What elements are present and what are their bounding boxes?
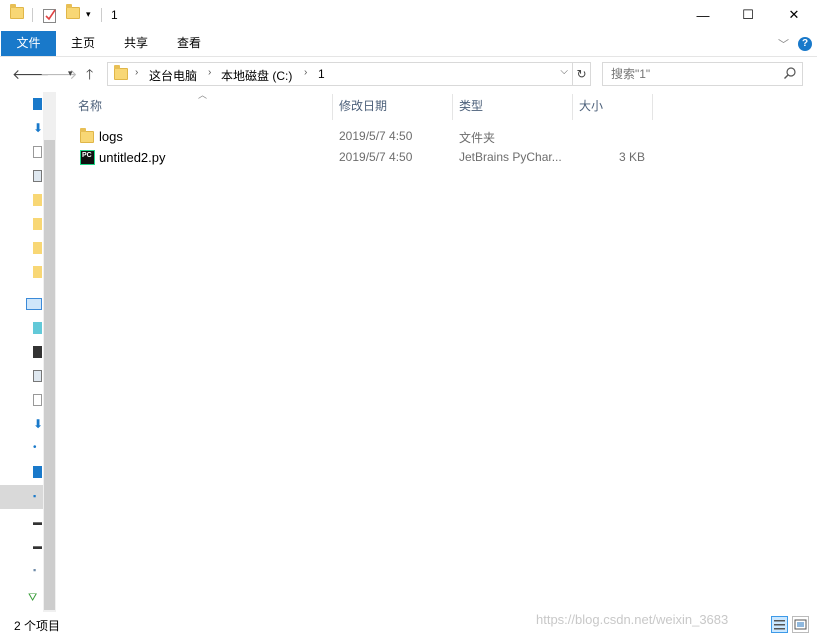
folder-icon[interactable] [33,266,42,278]
drive-icon[interactable]: ▬ [33,540,42,552]
properties-icon[interactable] [43,7,57,23]
document-icon[interactable] [33,146,42,158]
refresh-icon[interactable]: ↻ [573,62,591,86]
column-divider[interactable] [332,94,333,120]
folder-icon [10,4,24,23]
close-button[interactable]: ✕ [771,0,817,30]
breadcrumb-folder[interactable]: 1 [318,67,325,81]
folder-icon [80,128,94,146]
download-icon[interactable]: ⬇ [33,418,43,430]
customize-toolbar-icon[interactable]: ▾ [86,9,91,25]
folder-icon [114,65,128,83]
download-icon[interactable]: ⬇ [33,122,43,134]
column-header-name[interactable]: 名称 [78,94,102,118]
ribbon-tabs: 文件 主页 共享 查看 [0,30,817,57]
picture-icon[interactable] [33,170,42,182]
drive-icon[interactable]: ▪ [33,564,42,576]
expand-ribbon-icon[interactable]: ﹀ [778,36,789,52]
title-bar: ▾ 1 — ☐ ✕ [0,0,817,30]
network-icon[interactable]: ⛛ [28,592,37,604]
drive-icon[interactable]: ▪ [33,490,42,502]
column-divider[interactable] [652,94,653,120]
folder-icon[interactable] [33,218,42,230]
chevron-right-icon[interactable]: › [304,67,307,78]
drive-icon[interactable]: ▬ [33,516,42,528]
chevron-right-icon[interactable]: › [135,67,138,78]
tab-share[interactable]: 共享 [112,31,160,56]
help-icon[interactable]: ? [798,37,812,51]
navigation-pane: ⬇ ⬇ • ▪ ▬ ▬ ▪ ⛛ [0,92,56,612]
watermark: https://blog.csdn.net/weixin_3683 [536,612,729,627]
file-type: JetBrains PyChar... [459,150,562,164]
file-row[interactable]: PC untitled2.py 2019/5/7 4:50 JetBrains … [75,147,653,168]
column-divider[interactable] [572,94,573,120]
recent-locations-icon[interactable]: ▾ [68,68,73,79]
file-name: logs [99,129,123,144]
new-folder-icon[interactable] [66,4,80,23]
file-size: 3 KB [618,150,645,164]
this-pc-icon[interactable] [26,298,42,310]
nav-scrollbar-thumb[interactable] [44,140,55,610]
column-header-type[interactable]: 类型 [459,94,483,118]
column-header-date[interactable]: 修改日期 [339,94,387,118]
chevron-right-icon[interactable]: › [208,67,211,78]
column-header-size[interactable]: 大小 [579,94,603,118]
file-type: 文件夹 [459,131,496,145]
chevron-down-icon[interactable]: ⌵ [560,66,568,77]
item-count: 2 个项目 [14,619,61,633]
column-divider[interactable] [452,94,453,120]
folder-icon[interactable] [33,242,42,254]
video-icon[interactable] [33,346,42,358]
music-icon[interactable]: • [33,442,42,454]
maximize-button[interactable]: ☐ [725,0,771,30]
breadcrumb-local-disk[interactable]: 本地磁盘 (C:) [221,67,292,84]
breadcrumb-this-pc[interactable]: 这台电脑 [149,67,197,84]
document-icon[interactable] [33,394,42,406]
tab-home[interactable]: 主页 [59,31,107,56]
address-bar[interactable]: › 这台电脑 › 本地磁盘 (C:) › 1 ⌵ [107,62,573,86]
divider [32,8,33,22]
divider [101,8,102,22]
sort-ascending-icon: ︿ [198,90,208,100]
file-name: untitled2.py [99,150,166,165]
pycharm-file-icon: PC [80,150,95,165]
minimize-button[interactable]: — [680,0,726,30]
search-box[interactable] [602,62,803,86]
file-date: 2019/5/7 4:50 [339,129,413,143]
folder-icon[interactable] [33,194,42,206]
picture-icon[interactable] [33,370,42,382]
file-date: 2019/5/7 4:50 [339,150,413,164]
quick-access-icon[interactable] [33,98,42,110]
details-view-icon[interactable] [771,616,788,633]
search-input[interactable] [611,67,771,81]
window-title: 1 [111,8,118,22]
search-icon[interactable] [784,67,796,79]
tab-file[interactable]: 文件 [1,31,56,56]
large-icons-view-icon[interactable] [792,616,809,633]
3d-objects-icon[interactable] [33,322,42,334]
tab-view[interactable]: 查看 [165,31,213,56]
file-row[interactable]: logs 2019/5/7 4:50 文件夹 [75,126,653,147]
up-icon[interactable]: 🡑 [86,64,93,88]
desktop-icon[interactable] [33,466,42,478]
